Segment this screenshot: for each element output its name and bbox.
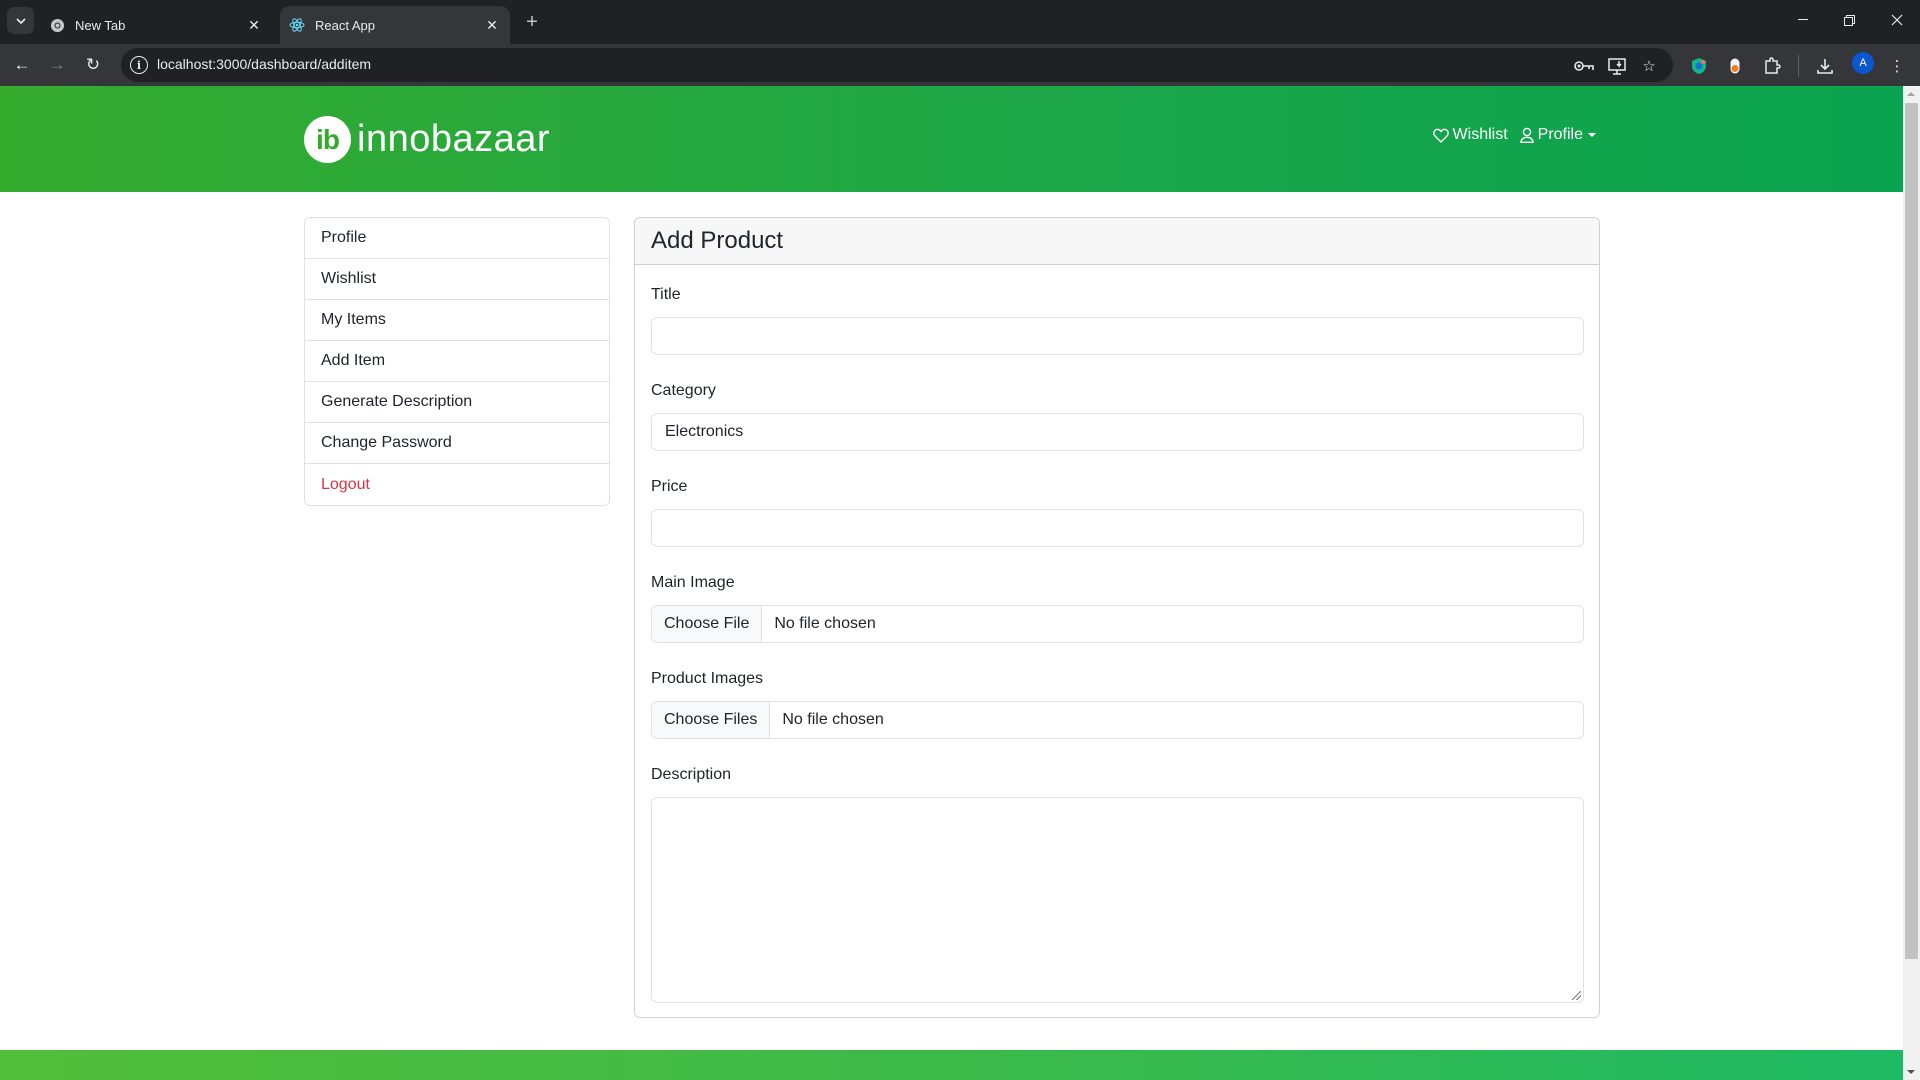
close-window-button[interactable] [1874,0,1920,40]
price-label: Price [651,478,688,495]
extensions-puzzle-icon[interactable] [1761,55,1783,77]
brand-logo[interactable]: ib innobazaar [304,116,550,163]
sidebar-item-generate-description[interactable]: Generate Description [305,382,609,423]
reload-icon: ↻ [85,55,101,74]
password-key-icon[interactable] [1574,56,1594,76]
tab-react-app[interactable]: React App ✕ [280,6,510,44]
sidebar-item-change-password[interactable]: Change Password [305,423,609,464]
more-menu-icon[interactable]: ⋮ [1886,55,1908,77]
extension-toggle-icon[interactable] [1724,55,1746,77]
tab-search-button[interactable] [7,7,34,34]
tab-title: React App [315,17,375,33]
scrollbar-thumb[interactable] [1905,103,1918,959]
wishlist-link[interactable]: Wishlist [1432,126,1508,144]
brand-name: innobazaar [357,118,551,160]
scroll-up-arrow-icon[interactable] [1907,92,1915,96]
sidebar-item-add-item[interactable]: Add Item [305,341,609,382]
profile-dropdown-toggle[interactable]: Profile [1519,126,1596,144]
minimize-button[interactable] [1780,0,1826,40]
card-title: Add Product [635,218,1599,265]
sidebar-item-profile[interactable]: Profile [305,218,609,259]
category-group: Category Electronics [651,379,1584,451]
description-group: Description [651,763,1584,1003]
sidebar-item-my-items[interactable]: My Items [305,300,609,341]
plus-icon: + [526,10,538,33]
react-icon [289,17,305,33]
heart-icon [1432,128,1449,143]
dashboard-sidebar: Profile Wishlist My Items Add Item Gener… [304,217,610,506]
site-info-icon[interactable]: i [130,56,148,74]
product-images-group: Product Images Choose Files No file chos… [651,667,1584,739]
choose-files-button[interactable]: Choose Files [652,702,771,738]
file-status: No file chosen [782,711,884,728]
sidebar-item-wishlist[interactable]: Wishlist [305,259,609,300]
url-text[interactable]: localhost:3000/dashboard/additem [157,56,371,72]
toolbar-divider [1798,55,1799,77]
browser-toolbar: ← → ↻ i localhost:3000/dashboard/additem… [0,44,1920,86]
reload-button[interactable]: ↻ [78,50,108,80]
main-image-file-input[interactable]: Choose File No file chosen [651,605,1584,643]
title-input[interactable] [651,317,1584,355]
title-group: Title [651,283,1584,355]
profile-label: Profile [1537,126,1583,143]
add-product-card: Add Product Title Category Electronics P… [634,217,1600,1018]
forward-button[interactable]: → [42,50,72,80]
scroll-down-arrow-icon[interactable] [1907,1070,1915,1074]
product-images-label: Product Images [651,670,764,687]
tab-new-tab[interactable]: New Tab ✕ [40,6,272,44]
browser-tab-bar: New Tab ✕ React App ✕ + [0,0,1920,44]
restore-icon [1843,14,1855,26]
price-input[interactable] [651,509,1584,547]
back-button[interactable]: ← [7,50,37,80]
header-nav: Wishlist Profile [1421,126,1596,144]
description-textarea[interactable] [651,797,1584,1003]
category-input[interactable]: Electronics [651,413,1584,451]
close-tab-icon[interactable]: ✕ [482,15,502,35]
add-product-form: Title Category Electronics Price Main Im… [635,283,1599,1017]
title-label: Title [651,286,681,303]
close-icon [1891,14,1903,26]
caret-down-icon [1588,133,1596,137]
file-status: No file chosen [774,615,876,632]
profile-avatar[interactable]: A [1852,52,1874,74]
minimize-icon [1798,19,1808,20]
restore-button[interactable] [1826,0,1872,40]
chrome-icon [49,17,65,33]
price-group: Price [651,475,1584,547]
user-icon [1519,127,1534,143]
page-viewport: ib innobazaar Wishlist Profile Profile W… [0,86,1903,1080]
category-label: Category [651,382,716,399]
main-image-group: Main Image Choose File No file chosen [651,571,1584,643]
arrow-right-icon: → [48,55,66,74]
install-app-icon[interactable] [1607,56,1627,76]
extension-shield-icon[interactable] [1688,55,1710,77]
wishlist-label: Wishlist [1452,126,1508,143]
choose-file-button[interactable]: Choose File [652,606,763,642]
sidebar-item-logout[interactable]: Logout [305,464,609,505]
site-header: ib innobazaar Wishlist Profile [0,86,1903,192]
downloads-icon[interactable] [1814,55,1836,77]
resize-handle-icon[interactable] [1572,991,1581,1000]
site-footer [0,1050,1903,1080]
product-images-file-input[interactable]: Choose Files No file chosen [651,701,1584,739]
page-scrollbar[interactable] [1903,86,1920,1080]
new-tab-button[interactable]: + [520,10,544,34]
chevron-down-icon [15,17,26,24]
main-image-label: Main Image [651,574,735,591]
description-label: Description [651,766,732,783]
arrow-left-icon: ← [13,55,31,74]
close-tab-icon[interactable]: ✕ [244,15,264,35]
address-bar[interactable]: i localhost:3000/dashboard/additem ☆ [121,48,1673,82]
tab-title: New Tab [75,17,126,33]
logo-mark: ib [304,116,351,163]
bookmark-star-icon[interactable]: ☆ [1639,56,1659,76]
